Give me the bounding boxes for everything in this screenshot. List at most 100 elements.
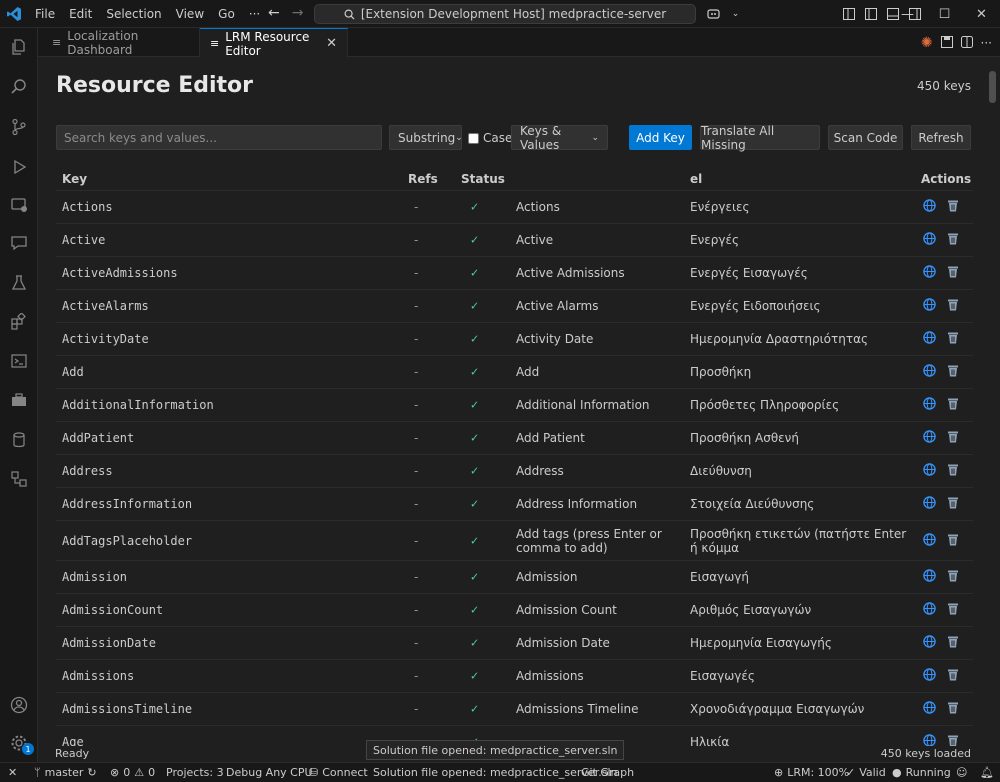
copilot-icon[interactable] [704, 0, 725, 28]
source-control-icon[interactable] [0, 110, 38, 144]
table-row[interactable]: AdmissionCount - ✓ Admission Count Αριθμός Ε… [56, 594, 973, 627]
value-cell[interactable]: Active [516, 233, 681, 247]
more-actions-icon[interactable]: ··· [981, 36, 992, 50]
delete-trash-icon[interactable] [947, 569, 959, 585]
menu-selection[interactable]: Selection [99, 0, 168, 28]
delete-trash-icon[interactable] [947, 533, 959, 549]
toggle-sidebar-icon[interactable] [860, 0, 882, 28]
lrm-status[interactable]: ⊕ LRM: 100% [774, 766, 849, 779]
search-input[interactable]: Search keys and values... [56, 125, 382, 150]
translate-all-missing-button[interactable]: Translate All Missing [700, 124, 820, 152]
translation-el-cell[interactable]: Στοιχεία Διεύθυνσης [690, 497, 912, 511]
explorer-icon[interactable] [0, 30, 38, 64]
extensions-icon[interactable] [0, 305, 38, 339]
translate-globe-icon[interactable] [923, 569, 936, 585]
branch-status[interactable]: ᛘ master ↻ [34, 766, 97, 779]
translation-el-cell[interactable]: Ενεργές Ειδοποιήσεις [690, 299, 912, 313]
close-icon[interactable]: ✕ [326, 36, 337, 51]
scan-code-button[interactable]: Scan Code [828, 125, 903, 150]
value-cell[interactable]: Actions [516, 200, 681, 214]
case-checkbox[interactable]: Case [468, 131, 512, 145]
delete-trash-icon[interactable] [947, 496, 959, 512]
delete-trash-icon[interactable] [947, 430, 959, 446]
translation-el-cell[interactable]: Ενεργές Εισαγωγές [690, 266, 912, 280]
layout-custom-icon[interactable] [838, 0, 860, 28]
translation-el-cell[interactable]: Ενεργές [690, 233, 912, 247]
add-key-button[interactable]: Add Key [629, 125, 692, 150]
terminal-icon[interactable] [0, 344, 38, 378]
translate-globe-icon[interactable] [923, 199, 936, 215]
minimize-button[interactable]: — [889, 0, 926, 28]
tab-lrm-resource-editor[interactable]: ≡ LRM Resource Editor ✕ [200, 28, 348, 58]
value-cell[interactable]: Active Alarms [516, 299, 681, 313]
table-row[interactable]: AdditionalInformation - ✓ Additional Inform… [56, 389, 973, 422]
translation-el-cell[interactable]: Πρόσθετες Πληροφορίες [690, 398, 912, 412]
translate-globe-icon[interactable] [923, 430, 936, 446]
translation-el-cell[interactable]: Προσθήκη [690, 365, 912, 379]
table-row[interactable]: Address - ✓ Address Διεύθυνση [56, 455, 973, 488]
run-debug-icon[interactable] [0, 150, 38, 184]
value-cell[interactable]: Additional Information [516, 398, 681, 412]
testing-icon[interactable] [0, 266, 38, 300]
col-status[interactable]: Status [461, 172, 505, 186]
translation-el-cell[interactable]: Αριθμός Εισαγωγών [690, 603, 912, 617]
back-arrow-icon[interactable]: ← [268, 5, 280, 21]
database-icon[interactable] [0, 423, 38, 457]
delete-trash-icon[interactable] [947, 602, 959, 618]
delete-trash-icon[interactable] [947, 463, 959, 479]
menu-more[interactable]: ··· [242, 0, 267, 28]
git-graph-status[interactable]: Git Graph [581, 766, 634, 779]
delete-trash-icon[interactable] [947, 331, 959, 347]
remote-explorer-icon[interactable] [0, 188, 38, 222]
split-editor-icon[interactable] [960, 33, 973, 52]
translate-globe-icon[interactable] [923, 701, 936, 717]
translate-globe-icon[interactable] [923, 496, 936, 512]
value-cell[interactable]: Admission Date [516, 636, 681, 650]
translation-el-cell[interactable]: Διεύθυνση [690, 464, 912, 478]
table-row[interactable]: Admission - ✓ Admission Εισαγωγή [56, 561, 973, 594]
translation-el-cell[interactable]: Ημερομηνία Δραστηριότητας [690, 332, 912, 346]
translation-el-cell[interactable]: Χρονοδιάγραμμα Εισαγωγών [690, 702, 912, 716]
case-checkbox-box[interactable] [468, 132, 479, 144]
value-cell[interactable]: Add [516, 365, 681, 379]
chat-icon[interactable] [0, 226, 38, 260]
scrollbar-thumb[interactable] [989, 71, 996, 103]
col-refs[interactable]: Refs [408, 172, 438, 186]
command-center[interactable]: [Extension Development Host] medpractice… [314, 4, 696, 24]
value-cell[interactable]: Address [516, 464, 681, 478]
tab-localization-dashboard[interactable]: ≡ Localization Dashboard [42, 28, 200, 57]
translation-el-cell[interactable]: Εισαγωγές [690, 669, 912, 683]
search-view-icon[interactable] [0, 70, 38, 104]
delete-trash-icon[interactable] [947, 265, 959, 281]
table-row[interactable]: AdmissionDate - ✓ Admission Date Ημερομηνία … [56, 627, 973, 660]
settings-gear-icon[interactable]: 1 [0, 726, 38, 760]
value-cell[interactable]: Admission Count [516, 603, 681, 617]
translation-el-cell[interactable]: Ημερομηνία Εισαγωγής [690, 636, 912, 650]
table-row[interactable]: AddTagsPlaceholder - ✓ Add tags (press Ente… [56, 521, 973, 561]
translate-globe-icon[interactable] [923, 635, 936, 651]
delete-trash-icon[interactable] [947, 199, 959, 215]
account-icon[interactable] [0, 688, 38, 722]
table-row[interactable]: Active - ✓ Active Ενεργές [56, 224, 973, 257]
table-row[interactable]: AddPatient - ✓ Add Patient Προσθήκη Ασθενή [56, 422, 973, 455]
debug-config-status[interactable]: Debug Any CPU [226, 766, 313, 779]
save-icon[interactable] [940, 33, 953, 52]
value-cell[interactable]: Add tags (press Enter or comma to add) [516, 527, 681, 555]
problems-status[interactable]: ⊗ 0 ⚠ 0 [110, 766, 155, 779]
account-status-icon[interactable]: ☺ [956, 766, 967, 779]
translate-globe-icon[interactable] [923, 265, 936, 281]
table-row[interactable]: AdmissionsTimeline - ✓ Admissions Timeline Χ… [56, 693, 973, 726]
value-cell[interactable]: Active Admissions [516, 266, 681, 280]
connect-status[interactable]: ⛁ Connect [309, 766, 368, 779]
delete-trash-icon[interactable] [947, 298, 959, 314]
chevron-down-icon[interactable]: ⌄ [725, 0, 746, 28]
translate-globe-icon[interactable] [923, 397, 936, 413]
valid-status[interactable]: ✓ Valid [846, 766, 886, 779]
value-cell[interactable]: Admissions [516, 669, 681, 683]
translate-globe-icon[interactable] [923, 532, 936, 549]
table-row[interactable]: ActivityDate - ✓ Activity Date Ημερομηνία Δρ… [56, 323, 973, 356]
table-row[interactable]: Admissions - ✓ Admissions Εισαγωγές [56, 660, 973, 693]
translate-globe-icon[interactable] [923, 331, 936, 347]
delete-trash-icon[interactable] [947, 701, 959, 717]
table-row[interactable]: ActiveAdmissions - ✓ Active Admissions Ενεργ… [56, 257, 973, 290]
